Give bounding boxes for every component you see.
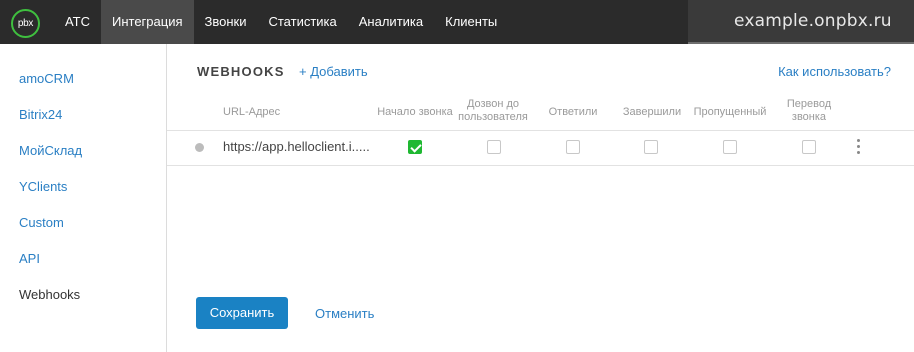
nav-item-calls[interactable]: Звонки <box>194 0 258 44</box>
nav-item-statistics[interactable]: Статистика <box>257 0 347 44</box>
sidebar-item-bitrix24[interactable]: Bitrix24 <box>19 107 62 122</box>
main-nav: АТС Интеграция Звонки Статистика Аналити… <box>54 0 508 44</box>
sidebar-item-amocrm[interactable]: amoCRM <box>19 71 74 86</box>
pbx-logo[interactable]: pbx <box>11 9 40 38</box>
column-header-call-start: Начало звонка <box>377 106 453 118</box>
how-to-use-link[interactable]: Как использовать? <box>778 64 891 79</box>
column-header-answered: Ответили <box>548 106 598 118</box>
webhook-url[interactable]: https://app.helloclient.i..... <box>223 139 370 154</box>
webhooks-panel: WEBHOOKS + Добавить Как использовать? UR… <box>167 44 914 352</box>
domain-badge: example.onpbx.ru <box>688 0 914 44</box>
cancel-button[interactable]: Отменить <box>315 306 374 321</box>
nav-item-ats[interactable]: АТС <box>54 0 101 44</box>
checkbox-transfer[interactable] <box>802 140 816 154</box>
checkbox-answered[interactable] <box>566 140 580 154</box>
sidebar-item-api[interactable]: API <box>19 251 40 266</box>
checkbox-missed[interactable] <box>723 140 737 154</box>
sidebar-item-webhooks[interactable]: Webhooks <box>19 287 80 302</box>
page-title: WEBHOOKS <box>197 64 285 79</box>
add-webhook-link[interactable]: + Добавить <box>299 64 368 79</box>
integration-sidebar: amoCRM Bitrix24 МойСклад YClients Custom… <box>0 44 167 352</box>
table-header-divider <box>167 130 914 131</box>
column-header-finished: Завершили <box>622 106 682 118</box>
save-button[interactable]: Сохранить <box>196 297 288 329</box>
checkbox-dial-user[interactable] <box>487 140 501 154</box>
nav-item-analytics[interactable]: Аналитика <box>348 0 434 44</box>
sidebar-item-moysklad[interactable]: МойСклад <box>19 143 82 158</box>
nav-item-integration[interactable]: Интеграция <box>100 0 194 44</box>
checkbox-call-start[interactable] <box>408 140 422 154</box>
column-header-url: URL-Адрес <box>223 106 281 118</box>
column-header-missed: Пропущенный <box>693 106 767 118</box>
status-dot-icon <box>195 143 204 152</box>
nav-item-clients[interactable]: Клиенты <box>434 0 508 44</box>
column-header-dial-user: Дозвон до пользователя <box>458 98 528 123</box>
kebab-menu-icon[interactable] <box>855 138 863 154</box>
domain-text: example.onpbx.ru <box>734 11 892 31</box>
checkbox-finished[interactable] <box>644 140 658 154</box>
table-row-divider <box>167 165 914 166</box>
sidebar-item-custom[interactable]: Custom <box>19 215 64 230</box>
column-header-transfer: Перевод звонка <box>786 98 832 123</box>
sidebar-item-yclients[interactable]: YClients <box>19 179 67 194</box>
top-navbar: pbx АТС Интеграция Звонки Статистика Ана… <box>0 0 914 44</box>
